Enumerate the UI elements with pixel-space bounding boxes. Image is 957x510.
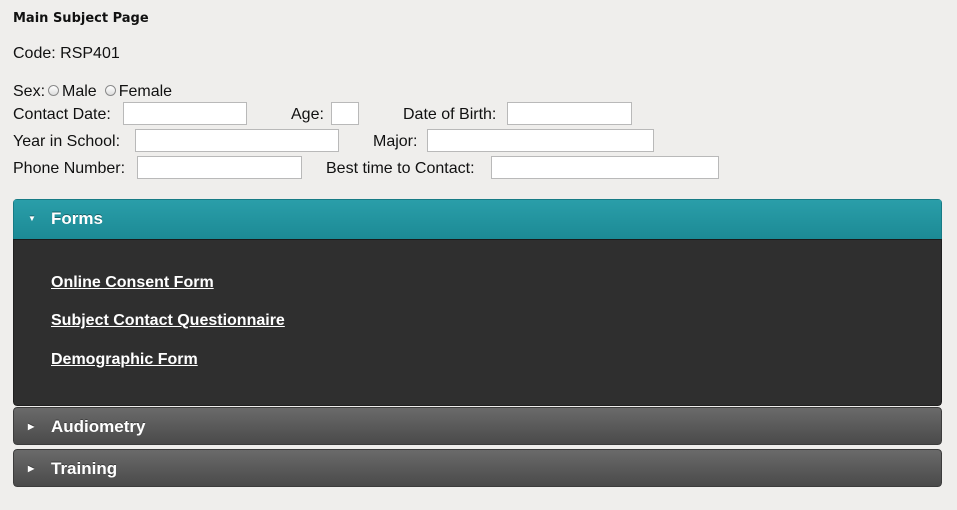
forms-section: ▼ Forms Online Consent Form Subject Cont… <box>13 199 942 406</box>
training-section: ▶ Training <box>13 449 942 487</box>
contact-date-field[interactable] <box>123 102 247 125</box>
forms-header[interactable]: ▼ Forms <box>13 199 942 239</box>
sex-row: Sex: Male Female <box>13 79 172 104</box>
major-field[interactable] <box>427 129 654 152</box>
triangle-right-icon: ▶ <box>28 464 35 473</box>
contact-date-label: Contact Date: <box>13 106 111 123</box>
forms-title: Forms <box>51 209 103 228</box>
page-title: Main Subject Page <box>13 11 149 26</box>
forms-panel: Online Consent Form Subject Contact Ques… <box>13 239 942 406</box>
best-time-label: Best time to Contact: <box>326 160 475 177</box>
phone-row: Phone Number: Best time to Contact: <box>13 156 733 181</box>
year-field[interactable] <box>135 129 339 152</box>
audiometry-header[interactable]: ▶ Audiometry <box>13 407 942 445</box>
dob-label: Date of Birth: <box>403 106 497 123</box>
triangle-down-icon: ▼ <box>28 214 36 223</box>
audiometry-section: ▶ Audiometry <box>13 407 942 445</box>
phone-label: Phone Number: <box>13 160 126 177</box>
link-subject-contact-questionnaire[interactable]: Subject Contact Questionnaire <box>51 312 285 330</box>
major-label: Major: <box>373 133 418 150</box>
year-label: Year in School: <box>13 133 121 150</box>
contact-date-row: Contact Date: Age: Date of Birth: <box>13 102 713 127</box>
dob-field[interactable] <box>507 102 632 125</box>
sex-male-label[interactable]: Male <box>62 83 97 100</box>
best-time-field[interactable] <box>491 156 719 179</box>
sex-label: Sex: <box>13 83 46 100</box>
training-header[interactable]: ▶ Training <box>13 449 942 487</box>
link-demographic-form[interactable]: Demographic Form <box>51 351 198 369</box>
age-label: Age: <box>291 106 324 123</box>
sex-female-radio[interactable] <box>104 85 116 97</box>
training-title: Training <box>51 459 118 478</box>
sex-female-label[interactable]: Female <box>119 83 172 100</box>
triangle-right-icon: ▶ <box>28 422 35 431</box>
phone-field[interactable] <box>137 156 302 179</box>
age-field[interactable] <box>331 102 359 125</box>
sex-male-radio[interactable] <box>48 85 60 97</box>
year-row: Year in School: Major: <box>13 129 713 154</box>
audiometry-title: Audiometry <box>51 417 146 436</box>
link-online-consent-form[interactable]: Online Consent Form <box>51 274 214 292</box>
subject-code: Code: RSP401 <box>13 45 120 62</box>
